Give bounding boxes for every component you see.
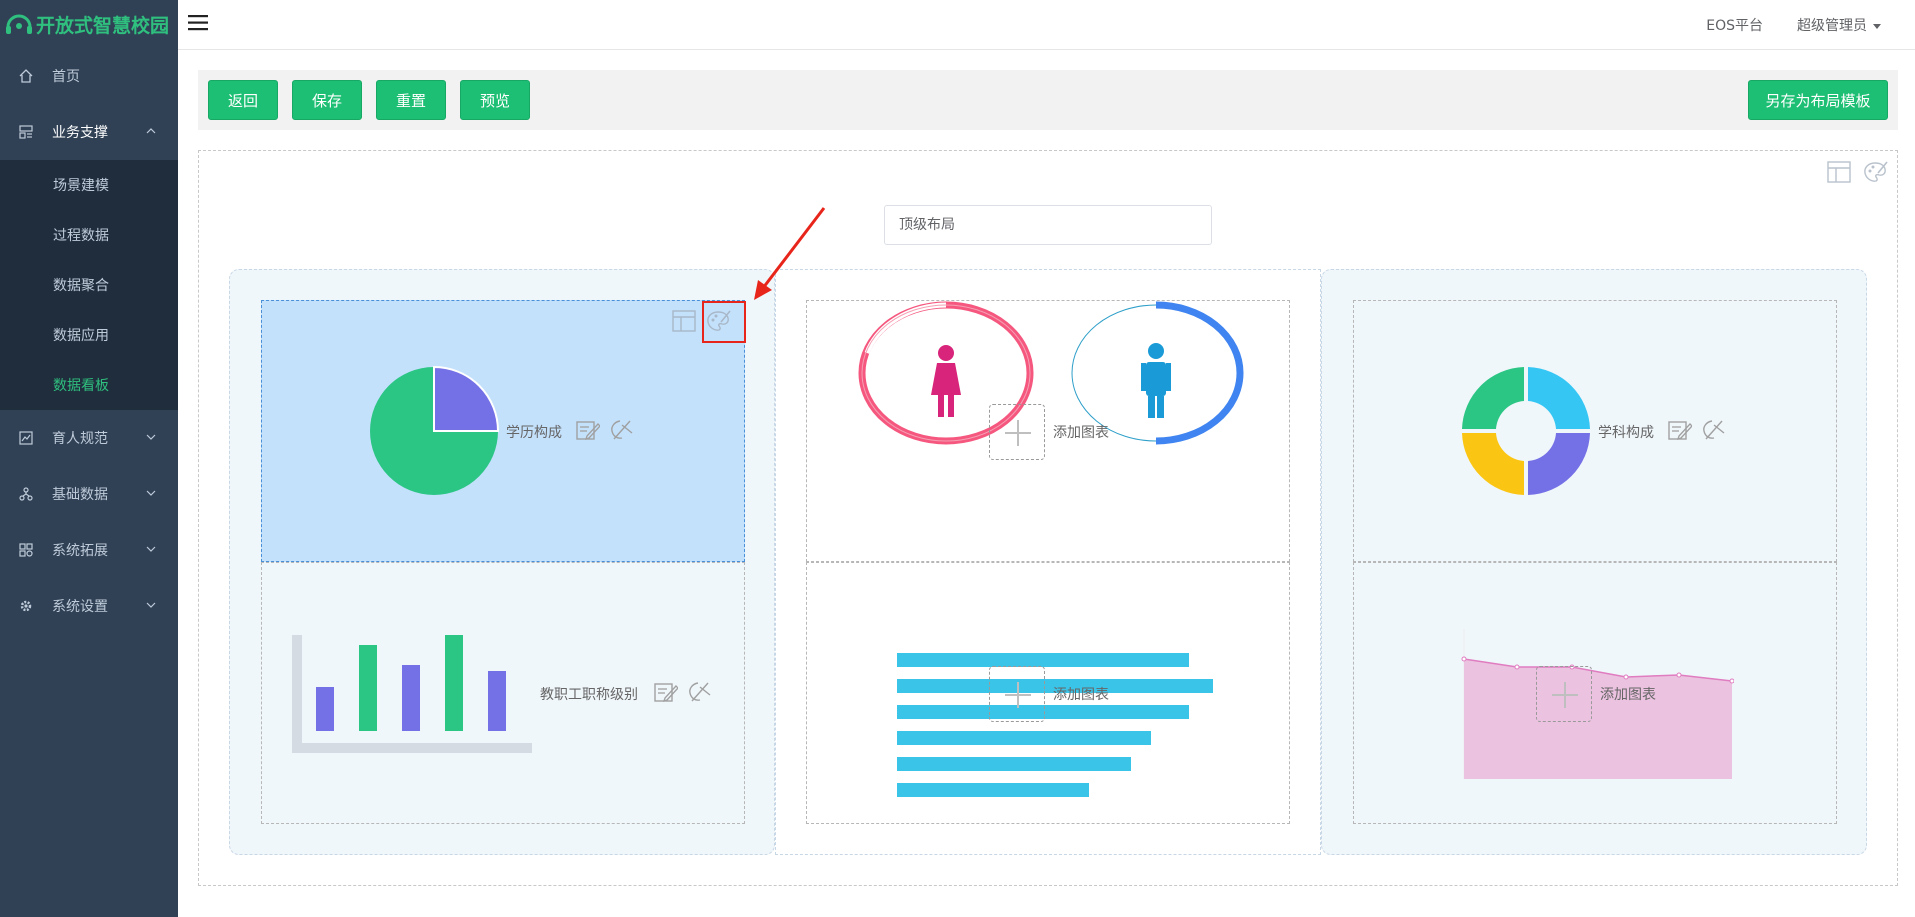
sidebar-subitem-data-application[interactable]: 数据应用 (0, 310, 178, 360)
cell-label: 教职工职称级别 (540, 687, 638, 703)
palette-disabled-icon[interactable] (688, 681, 712, 703)
edit-icon[interactable] (576, 419, 600, 441)
sidebar-item-system-settings[interactable]: 系统设置 (0, 578, 178, 634)
cell-label: 添加图表 (1600, 687, 1656, 703)
chart-tools (1668, 419, 1726, 441)
sidebar-item-label: 首页 (52, 69, 80, 85)
sidebar-item-education-norms[interactable]: 育人规范 (0, 410, 178, 466)
sidebar-item-label: 基础数据 (52, 487, 108, 503)
logo-text: 开放式智慧校园 (36, 14, 170, 37)
chart-tools (576, 419, 634, 441)
toolbar: 返回 保存 重置 预览 另存为布局模板 (198, 70, 1898, 130)
cell-education[interactable]: 学历构成 (261, 300, 745, 562)
sidebar-item-label: 系统设置 (52, 599, 108, 615)
annotation-highlight-box (702, 301, 746, 343)
pie-chart-icon (370, 365, 500, 495)
user-menu[interactable]: 超级管理员 (1797, 15, 1881, 35)
add-chart-button[interactable] (1536, 666, 1592, 722)
reset-button[interactable]: 重置 (376, 80, 446, 120)
annotation-arrow-icon (754, 207, 826, 300)
save-as-template-button[interactable]: 另存为布局模板 (1748, 80, 1888, 120)
sidebar-subitem-data-aggregation[interactable]: 数据聚合 (0, 260, 178, 310)
user-name: 超级管理员 (1797, 18, 1867, 34)
sidebar-item-label: 系统拓展 (52, 543, 108, 559)
layout-title-input[interactable]: 顶级布局 (884, 205, 1212, 245)
home-icon (18, 68, 34, 84)
donut-chart-icon (1462, 367, 1590, 495)
canvas-tools (1827, 160, 1889, 184)
layout-column-left[interactable]: 学历构成 教职工职称级别 (229, 269, 775, 855)
sidebar-subitem-scene-modeling[interactable]: 场景建模 (0, 160, 178, 210)
logo: 开放式智慧校园 (0, 0, 178, 48)
save-button[interactable]: 保存 (292, 80, 362, 120)
sidebar-item-basic-data[interactable]: 基础数据 (0, 466, 178, 522)
chevron-down-icon (146, 546, 156, 552)
hamburger-icon[interactable] (188, 14, 210, 32)
tree-icon (18, 486, 34, 502)
layout-icon (18, 124, 34, 140)
cell-label: 学科构成 (1598, 425, 1654, 441)
back-button[interactable]: 返回 (208, 80, 278, 120)
edit-icon[interactable] (1668, 419, 1692, 441)
edit-icon[interactable] (654, 681, 678, 703)
submenu-business: 场景建模 过程数据 数据聚合 数据应用 数据看板 (0, 160, 178, 410)
sidebar-item-label: 业务支撑 (52, 125, 108, 141)
palette-icon[interactable] (1863, 160, 1889, 184)
layout-column-right[interactable]: 学科构成 添加图表 (1321, 269, 1867, 855)
sidebar-item-business[interactable]: 业务支撑 (0, 104, 178, 160)
chevron-down-icon (146, 602, 156, 608)
cell-label: 添加图表 (1053, 425, 1109, 441)
horizontal-bar-chart-icon (897, 653, 1213, 797)
sidebar: 开放式智慧校园 首页 业务支撑 场景建模 过程数据 数据聚合 数据应用 数据看板… (0, 0, 178, 917)
layout-icon[interactable] (672, 309, 696, 333)
cell-hbar[interactable]: 添加图表 (806, 562, 1290, 824)
preview-button[interactable]: 预览 (460, 80, 530, 120)
platform-link[interactable]: EOS平台 (1706, 15, 1763, 35)
cell-area[interactable]: 添加图表 (1353, 562, 1837, 824)
layout-canvas: 顶级布局 学历构成 教职工职称级别 添加图表 添加图表 学科构成 添加图表 (198, 150, 1898, 886)
chevron-up-icon (146, 128, 156, 134)
cell-title-level[interactable]: 教职工职称级别 (261, 562, 745, 824)
palette-disabled-icon[interactable] (1702, 419, 1726, 441)
area-chart-icon (1461, 629, 1734, 779)
sidebar-item-system-extension[interactable]: 系统拓展 (0, 522, 178, 578)
sidebar-subitem-data-dashboard[interactable]: 数据看板 (0, 360, 178, 410)
chevron-down-icon (146, 490, 156, 496)
layout-column-middle[interactable]: 添加图表 添加图表 (775, 269, 1321, 855)
layout-icon[interactable] (1827, 160, 1851, 184)
cell-subject[interactable]: 学科构成 (1353, 300, 1837, 562)
header-right: EOS平台 超级管理员 (1706, 0, 1881, 50)
sidebar-item-label: 育人规范 (52, 431, 108, 447)
sidebar-subitem-process-data[interactable]: 过程数据 (0, 210, 178, 260)
cell-gender[interactable]: 添加图表 (806, 300, 1290, 562)
bar-chart-icon (292, 635, 532, 753)
palette-disabled-icon[interactable] (610, 419, 634, 441)
caret-down-icon (1873, 23, 1881, 29)
sidebar-item-home[interactable]: 首页 (0, 48, 178, 104)
gear-icon (18, 598, 34, 614)
chart-tools (654, 681, 712, 703)
logo-icon (6, 14, 32, 34)
chevron-down-icon (146, 434, 156, 440)
add-chart-button[interactable] (989, 666, 1045, 722)
cell-label: 添加图表 (1053, 687, 1109, 703)
cell-label: 学历构成 (506, 425, 562, 441)
chart-icon (18, 430, 34, 446)
grid-icon (18, 542, 34, 558)
top-header: EOS平台 超级管理员 (178, 0, 1915, 50)
add-chart-button[interactable] (989, 404, 1045, 460)
